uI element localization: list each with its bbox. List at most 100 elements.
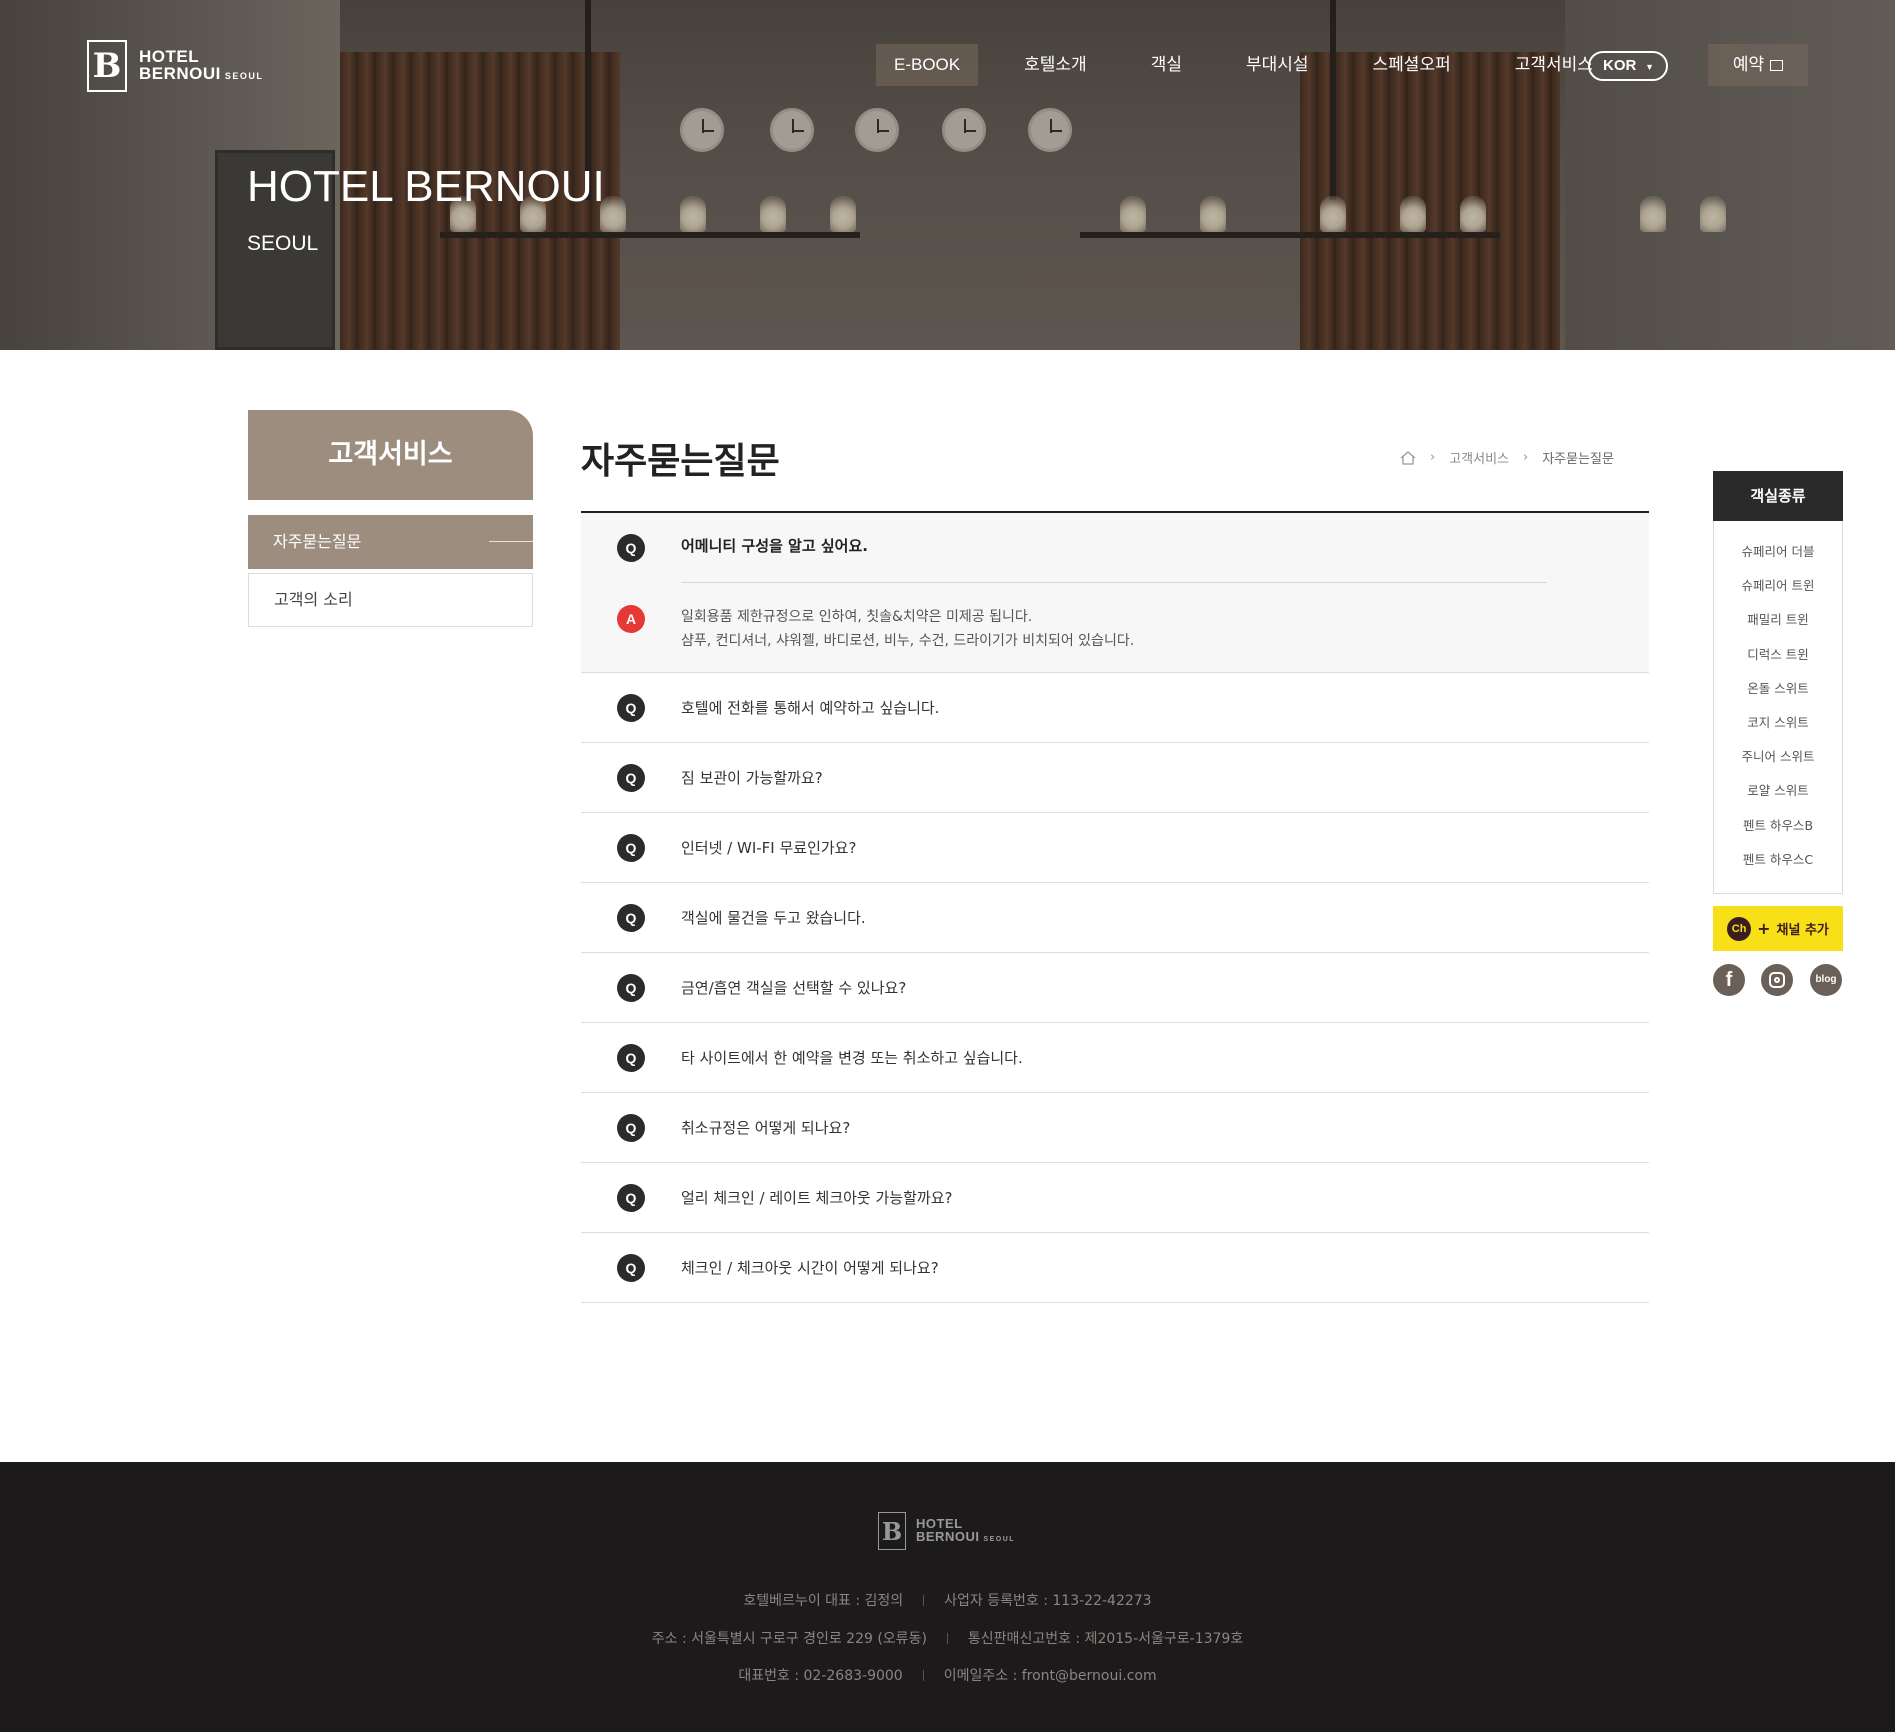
question-badge: Q <box>617 1254 645 1282</box>
kakao-channel-button[interactable]: Ch + 채널 추가 <box>1713 906 1843 951</box>
question-badge: Q <box>617 764 645 792</box>
question-badge: Q <box>617 834 645 862</box>
faq-list: Q 어메니티 구성을 알고 싶어요. A 일회용품 제한규정으로 인하여, 칫솔… <box>581 511 1649 1303</box>
faq-item[interactable]: Q 객실에 물건을 두고 왔습니다. <box>581 883 1649 953</box>
faq-item[interactable]: Q 타 사이트에서 한 예약을 변경 또는 취소하고 싶습니다. <box>581 1023 1649 1093</box>
quick-menu-item[interactable]: 펜트 하우스C <box>1714 843 1842 877</box>
home-icon[interactable] <box>1400 450 1416 465</box>
language-select[interactable]: KOR ▼ <box>1588 51 1668 81</box>
calendar-icon <box>1770 60 1784 71</box>
kakao-channel-icon: Ch <box>1727 916 1752 941</box>
footer-phone: 대표번호 : 02-2683-9000 <box>738 1668 903 1684</box>
sidebar-item-faq[interactable]: 자주묻는질문 <box>248 515 533 569</box>
divider <box>946 1633 948 1644</box>
quick-menu-item[interactable]: 온돌 스위트 <box>1714 672 1842 706</box>
quick-menu-item[interactable]: 펜트 하우스B <box>1714 809 1842 843</box>
footer-registration: 통신판매신고번호 : 제2015-서울구로-1379호 <box>967 1631 1244 1647</box>
logo-line2-small: SEOUL <box>983 1535 1016 1543</box>
logo-line2-main: BERNOUI <box>139 63 221 83</box>
faq-answer-line: 일회용품 제한규정으로 인하여, 칫솔&치약은 미제공 됩니다. <box>681 609 1033 625</box>
faq-item[interactable]: Q 체크인 / 체크아웃 시간이 어떻게 되나요? <box>581 1233 1649 1303</box>
footer-info-row: 호텔베르누이 대표 : 김정의 사업자 등록번호 : 113-22-42273 <box>0 1590 1895 1610</box>
footer-address: 주소 : 서울특별시 구로구 경인로 229 (오류동) <box>651 1631 927 1647</box>
faq-question[interactable]: 금연/흡연 객실을 선택할 수 있나요? <box>681 953 906 1023</box>
logo-line2: BERNOUI SEOUL <box>916 1530 1015 1546</box>
faq-item[interactable]: Q 짐 보관이 가능할까요? <box>581 743 1649 813</box>
breadcrumb: › 고객서비스 › 자주묻는질문 <box>1400 448 1614 467</box>
language-value: KOR <box>1603 57 1637 74</box>
answer-badge: A <box>617 605 645 633</box>
faq-item[interactable]: Q 호텔에 전화를 통해서 예약하고 싶습니다. <box>581 673 1649 743</box>
faq-question[interactable]: 체크인 / 체크아웃 시간이 어떻게 되나요? <box>681 1233 939 1303</box>
sidebar-item-label: 자주묻는질문 <box>273 532 362 551</box>
footer-ceo: 호텔베르누이 대표 : 김정의 <box>743 1593 904 1609</box>
blog-icon[interactable]: blog <box>1810 964 1842 996</box>
faq-question[interactable]: 호텔에 전화를 통해서 예약하고 싶습니다. <box>681 673 939 743</box>
faq-question[interactable]: 객실에 물건을 두고 왔습니다. <box>681 883 866 953</box>
faq-question[interactable]: 인터넷 / WI-FI 무료인가요? <box>681 813 856 883</box>
reserve-button[interactable]: 예약 <box>1708 44 1808 86</box>
faq-question[interactable]: 취소규정은 어떻게 되나요? <box>681 1093 850 1163</box>
footer-email: 이메일주소 : front@bernoui.com <box>943 1668 1157 1684</box>
faq-answer: 일회용품 제한규정으로 인하여, 칫솔&치약은 미제공 됩니다. 샴푸, 컨디셔… <box>681 605 1134 653</box>
quick-menu-item[interactable]: 주니어 스위트 <box>1714 740 1842 774</box>
footer-logo: B HOTEL BERNOUI SEOUL <box>878 1512 1015 1550</box>
question-badge: Q <box>617 534 645 562</box>
quick-menu-list: 슈페리어 더블 슈페리어 트윈 패밀리 트윈 디럭스 트윈 온돌 스위트 코지 … <box>1713 521 1843 894</box>
instagram-icon[interactable] <box>1761 964 1793 996</box>
quick-menu-item[interactable]: 코지 스위트 <box>1714 706 1842 740</box>
quick-menu-item[interactable]: 디럭스 트윈 <box>1714 638 1842 672</box>
chevron-down-icon: ▼ <box>1645 62 1654 72</box>
logo-mark-icon: B <box>878 1512 906 1550</box>
sidebar-title: 고객서비스 <box>248 410 533 500</box>
footer: B HOTEL BERNOUI SEOUL 호텔베르누이 대표 : 김정의 사업자 … <box>0 1462 1895 1732</box>
quick-menu-item[interactable]: 슈페리어 트윈 <box>1714 569 1842 603</box>
breadcrumb-item[interactable]: 고객서비스 <box>1449 448 1509 467</box>
sidebar-item-voice[interactable]: 고객의 소리 <box>248 573 533 627</box>
question-badge: Q <box>617 1114 645 1142</box>
faq-question[interactable]: 타 사이트에서 한 예약을 변경 또는 취소하고 싶습니다. <box>681 1023 1023 1093</box>
site-logo[interactable]: B HOTEL BERNOUI SEOUL <box>87 40 263 92</box>
faq-item[interactable]: Q 취소규정은 어떻게 되나요? <box>581 1093 1649 1163</box>
faq-item[interactable]: Q 얼리 체크인 / 레이트 체크아웃 가능할까요? <box>581 1163 1649 1233</box>
footer-business-number: 사업자 등록번호 : 113-22-42273 <box>944 1593 1152 1609</box>
logo-mark-icon: B <box>87 40 127 92</box>
active-indicator <box>489 541 533 542</box>
nav-item-special-offer[interactable]: 스페셜오퍼 <box>1355 44 1469 86</box>
faq-question[interactable]: 짐 보관이 가능할까요? <box>681 743 823 813</box>
logo-text: HOTEL BERNOUI SEOUL <box>139 48 263 85</box>
camera-icon <box>1769 972 1785 988</box>
faq-question[interactable]: 어메니티 구성을 알고 싶어요. <box>681 516 868 576</box>
faq-item[interactable]: Q 어메니티 구성을 알고 싶어요. A 일회용품 제한규정으로 인하여, 칫솔… <box>581 513 1649 673</box>
facebook-icon[interactable]: f <box>1713 964 1745 996</box>
chevron-right-icon: › <box>1523 450 1529 465</box>
quick-menu-item[interactable]: 슈페리어 더블 <box>1714 535 1842 569</box>
hero-subtitle: SEOUL <box>247 232 319 255</box>
footer-info-row: 주소 : 서울특별시 구로구 경인로 229 (오류동) 통신판매신고번호 : 제… <box>0 1628 1895 1648</box>
divider <box>922 1670 924 1681</box>
footer-info-row: 대표번호 : 02-2683-9000 이메일주소 : front@bernoui… <box>0 1665 1895 1685</box>
nav-item-about[interactable]: 호텔소개 <box>1006 44 1105 86</box>
question-badge: Q <box>617 1184 645 1212</box>
faq-answer-line: 샴푸, 컨디셔너, 샤워젤, 바디로션, 비누, 수건, 드라이기가 비치되어 … <box>681 633 1135 649</box>
main-nav: E-BOOK 호텔소개 객실 부대시설 스페셜오퍼 고객서비스 <box>876 44 1611 86</box>
page-title: 자주묻는질문 <box>581 441 780 482</box>
page: B HOTEL BERNOUI SEOUL E-BOOK 호텔소개 객실 부대시설… <box>0 0 1895 1732</box>
divider <box>681 582 1547 583</box>
quick-menu-title: 객실종류 <box>1713 471 1843 521</box>
breadcrumb-current: 자주묻는질문 <box>1542 452 1614 467</box>
quick-menu-item[interactable]: 패밀리 트윈 <box>1714 603 1842 637</box>
hero-title: HOTEL BERNOUI <box>247 162 605 211</box>
nav-item-ebook[interactable]: E-BOOK <box>876 44 979 86</box>
faq-item[interactable]: Q 금연/흡연 객실을 선택할 수 있나요? <box>581 953 1649 1023</box>
question-badge: Q <box>617 904 645 932</box>
nav-item-facilities[interactable]: 부대시설 <box>1228 44 1327 86</box>
question-badge: Q <box>617 694 645 722</box>
faq-question[interactable]: 얼리 체크인 / 레이트 체크아웃 가능할까요? <box>681 1163 952 1233</box>
faq-item[interactable]: Q 인터넷 / WI-FI 무료인가요? <box>581 813 1649 883</box>
question-badge: Q <box>617 1044 645 1072</box>
quick-menu-item[interactable]: 로얄 스위트 <box>1714 774 1842 808</box>
reserve-label: 예약 <box>1732 55 1765 75</box>
nav-item-rooms[interactable]: 객실 <box>1133 44 1200 86</box>
hero-banner: B HOTEL BERNOUI SEOUL E-BOOK 호텔소개 객실 부대시설… <box>0 0 1895 350</box>
